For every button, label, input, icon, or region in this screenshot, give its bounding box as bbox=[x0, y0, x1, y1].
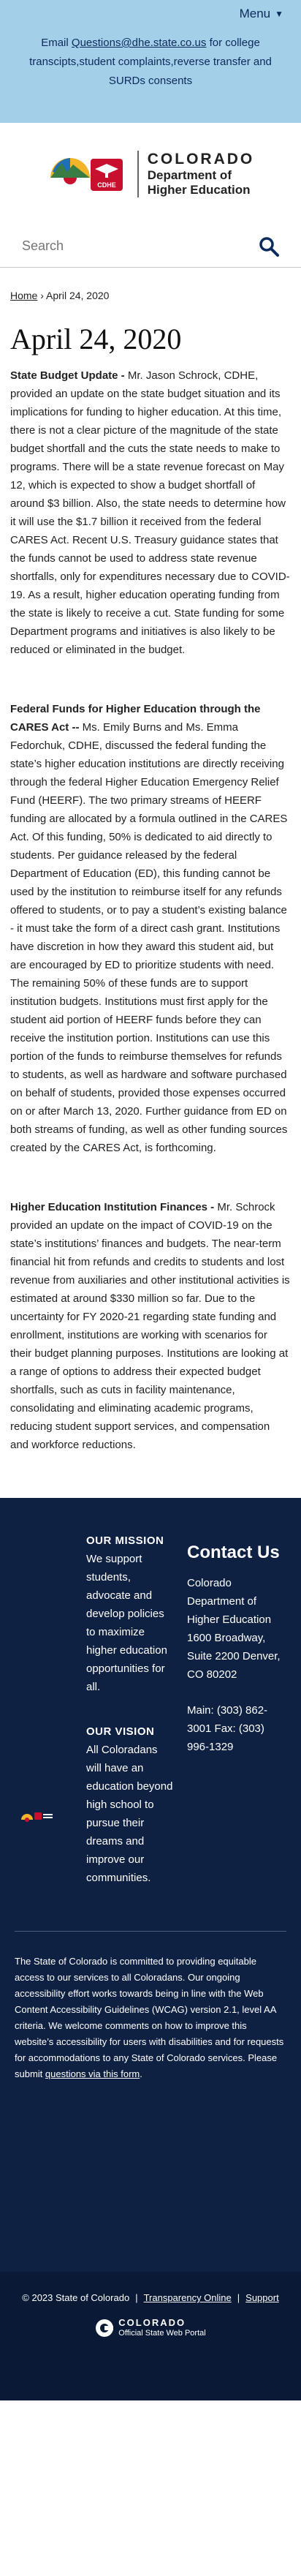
announcement-banner: Email Questions@dhe.state.co.us for coll… bbox=[0, 28, 301, 123]
contact-title: Contact Us bbox=[187, 1543, 280, 1562]
footer-divider bbox=[15, 1931, 286, 1932]
bottom-bar: © 2023 State of Colorado | Transparency … bbox=[0, 2272, 301, 2400]
breadcrumb-separator: › bbox=[40, 290, 44, 301]
footer-mission-vision: OUR MISSION We support students, advocat… bbox=[72, 1534, 174, 1916]
announcement-prefix: Email bbox=[41, 37, 72, 49]
accessibility-end: . bbox=[140, 2068, 142, 2079]
site-footer: OUR MISSION We support students, advocat… bbox=[0, 1498, 301, 2272]
logo-line1: COLORADO bbox=[147, 151, 255, 167]
vision-title: OUR VISION bbox=[86, 1725, 155, 1738]
budget-update-paragraph: State Budget Update - Mr. Jason Schrock,… bbox=[10, 366, 291, 659]
top-bar: Menu ▼ bbox=[0, 0, 301, 28]
contact-phones: Main: (303) 862-3001 Fax: (303) 996-1329 bbox=[187, 1704, 268, 1753]
breadcrumb-current: April 24, 2020 bbox=[46, 290, 110, 301]
breadcrumb-home-link[interactable]: Home bbox=[10, 290, 37, 301]
state-subtitle: Official State Web Portal bbox=[118, 2329, 206, 2338]
search-icon[interactable] bbox=[259, 236, 279, 257]
contact-address: Colorado Department of Higher Education … bbox=[187, 1577, 281, 1681]
institution-finances-paragraph: Higher Education Institution Finances - … bbox=[10, 1198, 291, 1454]
logo-line2b: Higher Education bbox=[147, 183, 251, 197]
announcement-email-link[interactable]: Questions@dhe.state.co.us bbox=[72, 37, 207, 49]
paragraph-body: Ms. Emily Burns and Ms. Emma Fedorchuk, … bbox=[10, 721, 288, 1154]
footer-contact: Contact Us Colorado Department of Higher… bbox=[187, 1534, 282, 1916]
mission-title: OUR MISSION bbox=[86, 1534, 164, 1547]
colorado-c-icon bbox=[96, 2319, 114, 2337]
support-link[interactable]: Support bbox=[245, 2292, 279, 2303]
logo-badge-text: CDHE bbox=[97, 181, 116, 189]
colorado-state-logo[interactable]: COLORADO Official State Web Portal bbox=[7, 2318, 294, 2338]
accessibility-form-link[interactable]: questions via this form bbox=[45, 2068, 140, 2079]
menu-button[interactable]: Menu ▼ bbox=[240, 7, 283, 21]
paragraph-body: Mr. Jason Schrock, CDHE, provided an upd… bbox=[10, 369, 290, 656]
search-bar bbox=[0, 225, 301, 268]
search-input[interactable] bbox=[22, 238, 241, 254]
link-separator: | bbox=[237, 2292, 240, 2303]
paragraph-heading: State Budget Update - bbox=[10, 369, 125, 382]
link-separator: | bbox=[135, 2292, 138, 2303]
cdhe-logo-icon: CDHE bbox=[47, 148, 127, 200]
state-name: COLORADO bbox=[118, 2317, 186, 2328]
bottom-links: © 2023 State of Colorado | Transparency … bbox=[7, 2292, 294, 2303]
menu-label: Menu bbox=[239, 7, 271, 20]
logo-line2a: Department of bbox=[147, 168, 232, 182]
paragraph-body: Mr. Schrock provided an update on the im… bbox=[10, 1201, 290, 1451]
breadcrumb: Home › April 24, 2020 bbox=[0, 290, 301, 307]
copyright-text: © 2023 State of Colorado bbox=[22, 2292, 130, 2303]
vision-text: All Coloradans will have an education be… bbox=[86, 1744, 173, 1884]
site-logo[interactable]: CDHE COLORADO Department of Higher Educa… bbox=[0, 123, 301, 225]
federal-funds-paragraph: Federal Funds for Higher Education throu… bbox=[10, 700, 291, 1157]
mission-text: We support students, advocate and develo… bbox=[86, 1553, 167, 1693]
paragraph-heading: Higher Education Institution Finances - bbox=[10, 1201, 215, 1213]
article-content: State Budget Update - Mr. Jason Schrock,… bbox=[0, 366, 301, 1454]
page-title: April 24, 2020 bbox=[10, 323, 182, 355]
footer-logo-icon[interactable] bbox=[15, 1534, 58, 1916]
logo-wordmark: COLORADO Department of Higher Education bbox=[137, 151, 255, 197]
accessibility-statement: The State of Colorado is committed to pr… bbox=[15, 1954, 286, 2082]
transparency-online-link[interactable]: Transparency Online bbox=[144, 2292, 232, 2303]
accessibility-text: The State of Colorado is committed to pr… bbox=[15, 1956, 284, 2079]
chevron-down-icon: ▼ bbox=[275, 9, 283, 19]
